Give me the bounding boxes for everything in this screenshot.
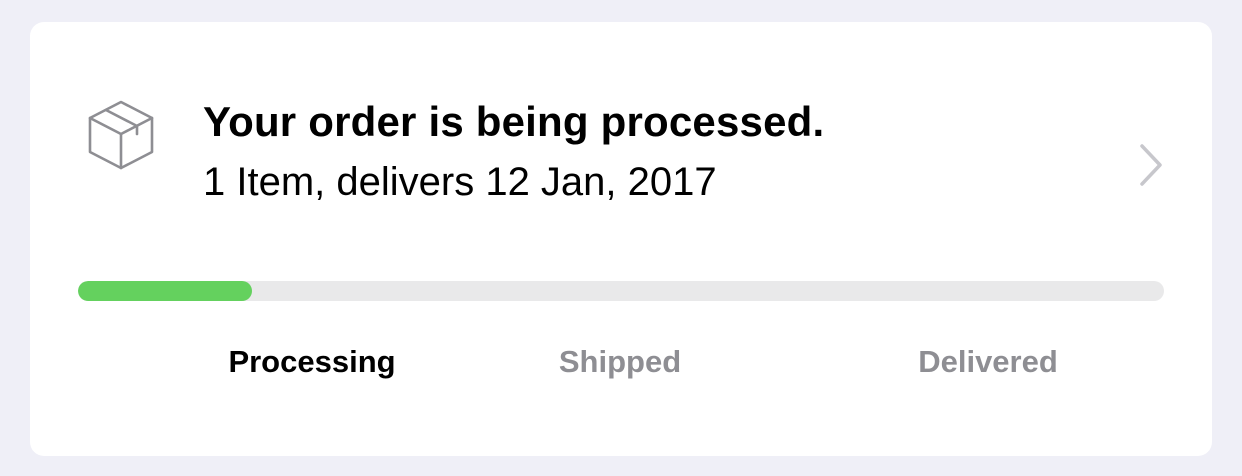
order-progress-fill: [78, 281, 252, 301]
stage-shipped: Shipped: [558, 344, 682, 379]
stage-delivered: Delivered: [918, 344, 1058, 379]
order-delivery-info: 1 Item, delivers 12 Jan, 2017: [203, 160, 717, 204]
order-summary-row[interactable]: Your order is being processed. 1 Item, d…: [30, 22, 1212, 272]
order-status-card: Your order is being processed. 1 Item, d…: [30, 22, 1212, 456]
chevron-right-icon[interactable]: [1136, 142, 1166, 188]
stage-processing: Processing: [228, 344, 396, 379]
order-status-title: Your order is being processed.: [203, 98, 825, 145]
order-progress-bar: [78, 281, 1164, 301]
package-box-icon: [88, 100, 154, 170]
